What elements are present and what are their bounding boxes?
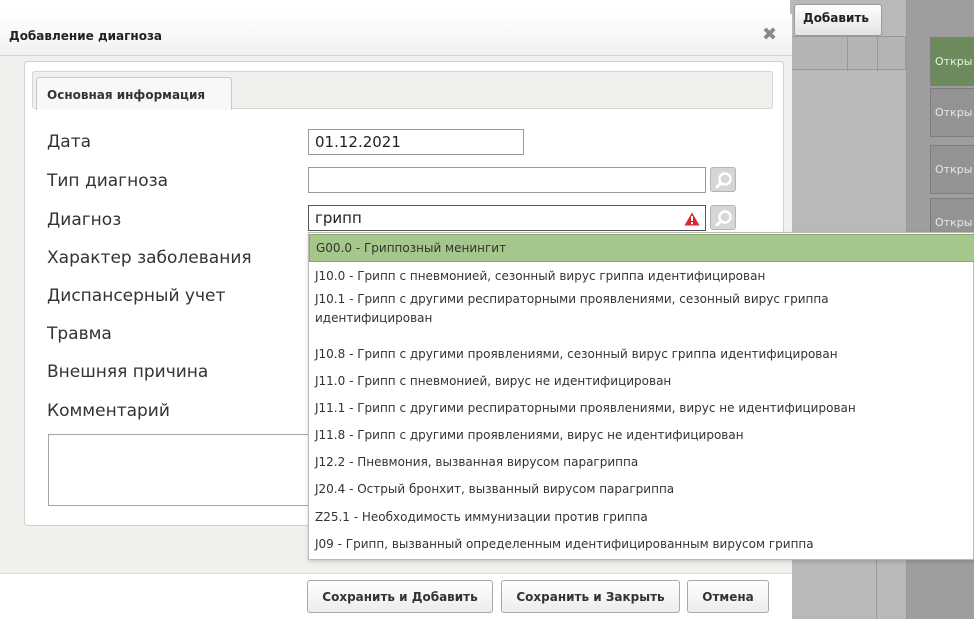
dialog-header: Добавление диагноза ✖: [0, 14, 792, 56]
autocomplete-item[interactable]: J10.8 - Грипп с другими проявлениями, се…: [309, 343, 974, 365]
tab-bar: Основная информация: [32, 71, 773, 110]
comment-label: Комментарий: [47, 401, 170, 421]
autocomplete-item[interactable]: J10.1 - Грипп с другими респираторными п…: [309, 289, 909, 333]
autocomplete-item[interactable]: J20.4 - Острый бронхит, вызванный вирусо…: [309, 478, 974, 500]
background-open-cell[interactable]: Откры: [930, 37, 974, 86]
save-and-close-button[interactable]: Сохранить и Закрыть: [501, 580, 680, 613]
autocomplete-item[interactable]: Z25.1 - Необходимость иммунизации против…: [309, 506, 974, 528]
diagnosis-type-field[interactable]: [308, 167, 706, 193]
date-field[interactable]: [308, 129, 524, 155]
dialog-title: Добавление диагноза: [9, 29, 163, 43]
external-cause-label: Внешняя причина: [47, 362, 209, 382]
cancel-button[interactable]: Отмена: [687, 580, 769, 613]
injury-label: Травма: [47, 324, 112, 344]
close-icon[interactable]: ✖: [762, 24, 777, 45]
background-table-header: [790, 36, 906, 71]
warning-icon: [684, 212, 700, 226]
search-icon: [715, 210, 732, 227]
search-icon: [715, 172, 732, 189]
dispensary-label: Диспансерный учет: [47, 286, 226, 306]
diagnosis-type-label: Тип диагноза: [47, 171, 169, 191]
comment-textarea[interactable]: [48, 434, 318, 506]
disease-character-label: Характер заболевания: [47, 248, 252, 268]
tab-main-info[interactable]: Основная информация: [36, 77, 232, 110]
diagnosis-label: Диагноз: [47, 210, 122, 230]
autocomplete-item[interactable]: J11.8 - Грипп с другими проявлениями, ви…: [309, 424, 974, 446]
background-open-cell[interactable]: Откры: [930, 88, 974, 137]
diagnosis-search-button[interactable]: [710, 205, 736, 230]
background-divider: [876, 560, 877, 619]
background-add-button[interactable]: Добавить: [794, 4, 882, 36]
autocomplete-item[interactable]: G00.0 - Гриппозный менингит: [309, 234, 974, 262]
date-label: Дата: [47, 132, 92, 152]
diagnosis-autocomplete-list: G00.0 - Гриппозный менингит J10.0 - Грип…: [308, 232, 974, 560]
autocomplete-item[interactable]: J11.0 - Грипп с пневмонией, вирус не иде…: [309, 370, 974, 392]
autocomplete-item[interactable]: J12.2 - Пневмония, вызванная вирусом пар…: [309, 451, 974, 473]
autocomplete-item[interactable]: J09 - Грипп, вызванный определенным иден…: [309, 533, 974, 555]
autocomplete-item[interactable]: J11.1 - Грипп с другими респираторными п…: [309, 397, 974, 419]
diagnosis-type-search-button[interactable]: [710, 167, 736, 192]
background-open-cell[interactable]: Откры: [930, 145, 974, 194]
diagnosis-field[interactable]: [308, 205, 706, 231]
autocomplete-item[interactable]: J10.0 - Грипп с пневмонией, сезонный вир…: [309, 265, 974, 287]
save-and-add-button[interactable]: Сохранить и Добавить: [307, 580, 493, 613]
